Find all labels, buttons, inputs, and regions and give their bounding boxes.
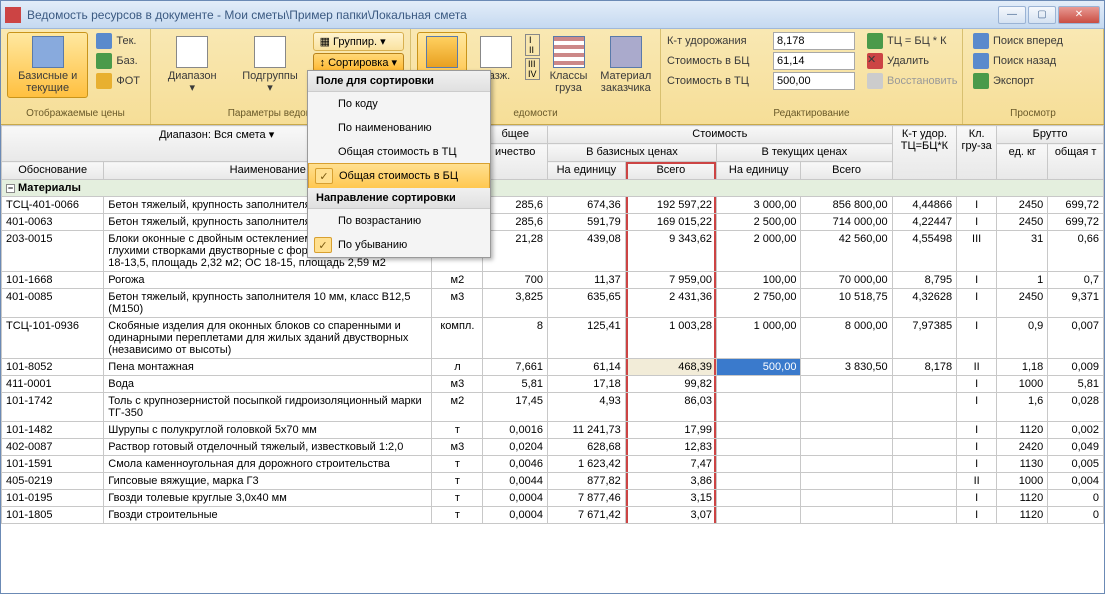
minimize-button[interactable]: — — [998, 6, 1026, 24]
bc-input[interactable] — [773, 52, 855, 70]
table-row[interactable]: 101-1591Смола каменноугольная для дорожн… — [2, 456, 1104, 473]
base-current-button[interactable]: Базисные и текущие — [7, 32, 88, 98]
export-icon — [973, 73, 989, 89]
options-icon — [426, 36, 458, 68]
export-button[interactable]: Экспорт — [969, 72, 1067, 90]
range-button[interactable]: Диапазон ▾ — [157, 32, 227, 98]
table-row[interactable]: 101-1805Гвозди строительныет0,00047 671,… — [2, 507, 1104, 524]
material-icon — [610, 36, 642, 68]
material-button[interactable]: Материал заказчика — [598, 32, 655, 98]
table-row[interactable]: 411-0001Водам35,8117,1899,82I10005,81 — [2, 376, 1104, 393]
search-back-button[interactable]: Поиск назад — [969, 52, 1067, 70]
table-row[interactable]: ТСЦ-401-0066Бетон тяжелый, крупность зап… — [2, 197, 1104, 214]
ranges-icon — [480, 36, 512, 68]
tek-button[interactable]: Тек. — [92, 32, 144, 50]
baz-button[interactable]: Баз. — [92, 52, 144, 70]
dd-asc[interactable]: По возрастанию — [308, 209, 490, 233]
formula-button[interactable]: ТЦ = БЦ * К — [863, 32, 961, 50]
ribbon: Базисные и текущие Тек. Баз. ФОТ Отображ… — [1, 29, 1104, 125]
table-row[interactable]: 101-1668Рогожам270011,377 959,00100,0070… — [2, 272, 1104, 289]
window-title: Ведомость ресурсов в документе - Мои сме… — [27, 8, 998, 22]
table-row[interactable]: 401-0063Бетон тяжелый, крупность заполни… — [2, 214, 1104, 231]
dd-desc[interactable]: ✓По убыванию — [308, 233, 490, 257]
close-button[interactable]: ✕ — [1058, 6, 1100, 24]
table-row[interactable]: 401-0085Бетон тяжелый, крупность заполни… — [2, 289, 1104, 318]
table-row[interactable]: 405-0219Гипсовые вяжущие, марка Г3т0,004… — [2, 473, 1104, 490]
category-row[interactable]: −Материалы — [2, 180, 1104, 197]
table-row[interactable]: 402-0087Раствор готовый отделочный тяжел… — [2, 439, 1104, 456]
search-icon — [973, 53, 989, 69]
group-icon: ▦ — [320, 35, 330, 48]
subgroups-button[interactable]: Подгруппы ▾ — [231, 32, 308, 98]
classes-button[interactable]: Классы груза — [544, 32, 594, 98]
tc-input[interactable] — [773, 72, 855, 90]
dd-total-bc[interactable]: ✓Общая стоимость в БЦ — [308, 163, 490, 189]
sort-icon: ↕ — [320, 57, 326, 69]
classes-icon — [553, 36, 585, 68]
maximize-button[interactable]: ▢ — [1028, 6, 1056, 24]
search-icon — [973, 33, 989, 49]
table-row[interactable]: 101-0195Гвозди толевые круглые 3,0x40 мм… — [2, 490, 1104, 507]
grid[interactable]: Диапазон: Вся смета ▾ бщее Стоимость К-т… — [1, 125, 1104, 595]
kt-input[interactable] — [773, 32, 855, 50]
fot-button[interactable]: ФОТ — [92, 72, 144, 90]
sort-dropdown: Поле для сортировки По коду По наименова… — [307, 70, 491, 258]
subgroups-icon — [254, 36, 286, 68]
delete-button[interactable]: ✕Удалить — [863, 52, 961, 70]
table-row[interactable]: 101-8052Пена монтажнаял7,66161,14468,395… — [2, 359, 1104, 376]
group-button[interactable]: ▦Группир. ▾ — [313, 32, 404, 51]
table-row[interactable]: 101-1742Толь с крупнозернистой посыпкой … — [2, 393, 1104, 422]
range-icon — [176, 36, 208, 68]
dd-total-tc[interactable]: Общая стоимость в ТЦ — [308, 140, 490, 164]
titlebar: Ведомость ресурсов в документе - Мои сме… — [1, 1, 1104, 29]
app-icon — [5, 7, 21, 23]
search-fwd-button[interactable]: Поиск вперед — [969, 32, 1067, 50]
dd-by-name[interactable]: По наименованию — [308, 116, 490, 140]
dd-by-code[interactable]: По коду — [308, 92, 490, 116]
table-row[interactable]: 203-0015Блоки оконные с двойным остеклен… — [2, 231, 1104, 272]
restore-button[interactable]: Восстановить — [863, 72, 961, 90]
roman-icon: I II — [525, 34, 540, 56]
table-row[interactable]: 101-1482Шурупы с полукруглой головкой 5x… — [2, 422, 1104, 439]
table-row[interactable]: ТСЦ-101-0936Скобяные изделия для оконных… — [2, 318, 1104, 359]
prices-icon — [32, 36, 64, 68]
